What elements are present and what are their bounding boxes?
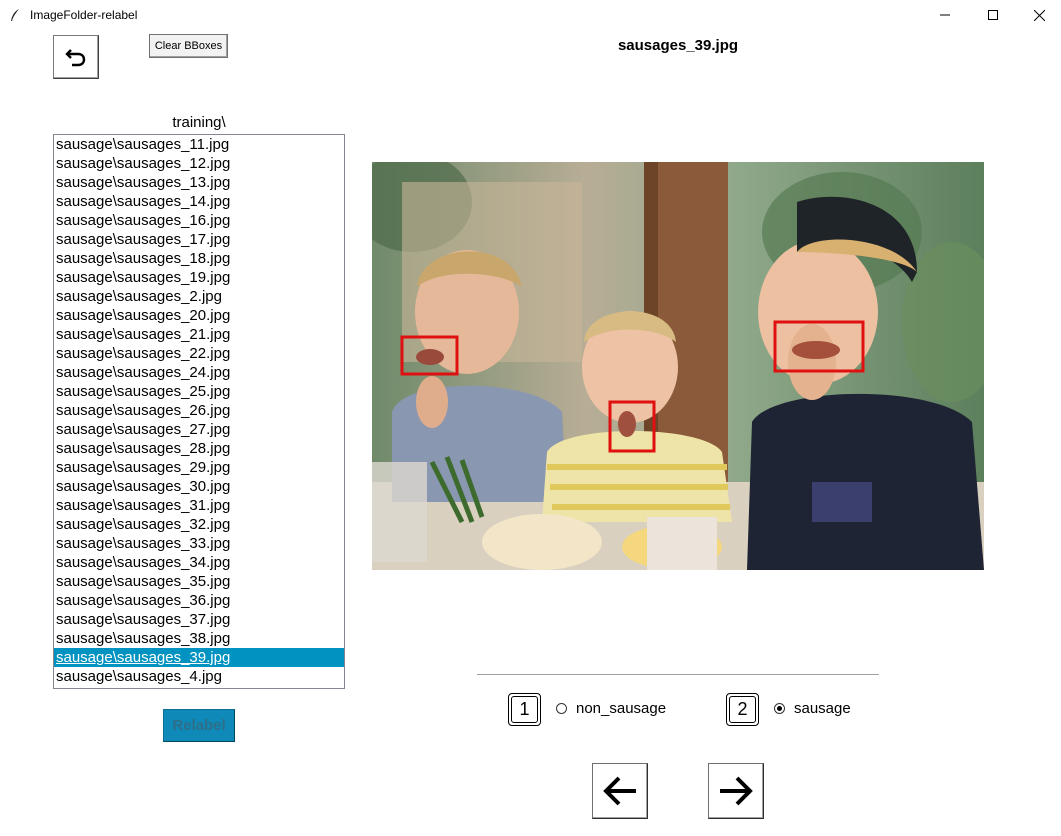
file-list-item[interactable]: sausage\sausages_29.jpg bbox=[54, 458, 344, 477]
file-list-item[interactable]: sausage\sausages_35.jpg bbox=[54, 572, 344, 591]
current-file-title: sausages_39.jpg bbox=[617, 37, 739, 54]
relabel-button[interactable]: Relabel bbox=[163, 709, 235, 742]
maximize-button[interactable] bbox=[970, 0, 1016, 30]
bounding-box[interactable] bbox=[608, 400, 656, 453]
previous-image-button[interactable] bbox=[592, 763, 648, 819]
arrow-right-icon bbox=[720, 776, 753, 806]
arrow-left-icon bbox=[603, 776, 636, 806]
bbox-layer bbox=[400, 320, 865, 453]
file-list-item[interactable]: sausage\sausages_24.jpg bbox=[54, 363, 344, 382]
feather-icon bbox=[11, 9, 19, 21]
class-radio-non_sausage[interactable] bbox=[556, 703, 567, 714]
file-list-item[interactable]: sausage\sausages_38.jpg bbox=[54, 629, 344, 648]
class-hotkey-sausage: 2 bbox=[726, 693, 759, 726]
class-radio-sausage[interactable] bbox=[774, 703, 785, 714]
window-title: ImageFolder-relabel bbox=[30, 8, 138, 22]
minimize-button[interactable] bbox=[922, 0, 968, 30]
file-listbox[interactable]: sausage\sausages_11.jpg sausage\sausages_… bbox=[53, 134, 345, 689]
file-list-item[interactable]: sausage\sausages_31.jpg bbox=[54, 496, 344, 515]
file-list-item[interactable]: sausage\sausages_22.jpg bbox=[54, 344, 344, 363]
file-list-item[interactable]: sausage\sausages_27.jpg bbox=[54, 420, 344, 439]
file-list-item[interactable]: sausage\sausages_26.jpg bbox=[54, 401, 344, 420]
file-list-item[interactable]: sausage\sausages_18.jpg bbox=[54, 249, 344, 268]
minimize-icon bbox=[940, 14, 950, 16]
file-list-item[interactable]: sausage\sausages_21.jpg bbox=[54, 325, 344, 344]
file-list-item[interactable]: sausage\sausages_28.jpg bbox=[54, 439, 344, 458]
file-list-item[interactable]: sausage\sausages_14.jpg bbox=[54, 192, 344, 211]
maximize-icon bbox=[988, 10, 998, 20]
file-list-item[interactable]: sausage\sausages_19.jpg bbox=[54, 268, 344, 287]
image-canvas[interactable] bbox=[372, 162, 984, 570]
file-list-item[interactable]: sausage\sausages_34.jpg bbox=[54, 553, 344, 572]
class-label-sausage[interactable]: sausage bbox=[794, 700, 851, 717]
file-list-item[interactable]: sausage\sausages_20.jpg bbox=[54, 306, 344, 325]
close-icon bbox=[1033, 9, 1045, 21]
file-list-item[interactable]: sausage\sausages_13.jpg bbox=[54, 173, 344, 192]
undo-icon bbox=[65, 49, 86, 67]
file-list-item[interactable]: sausage\sausages_30.jpg bbox=[54, 477, 344, 496]
file-list-item[interactable]: sausage\sausages_33.jpg bbox=[54, 534, 344, 553]
class-label-non_sausage[interactable]: non_sausage bbox=[576, 700, 666, 717]
title-bar: ImageFolder-relabel bbox=[0, 0, 1061, 30]
file-list-item[interactable]: sausage\sausages_2.jpg bbox=[54, 287, 344, 306]
bounding-box[interactable] bbox=[773, 320, 865, 373]
file-list-item[interactable]: sausage\sausages_37.jpg bbox=[54, 610, 344, 629]
undo-button[interactable] bbox=[53, 35, 99, 79]
clear-bboxes-button[interactable]: Clear BBoxes bbox=[149, 34, 228, 58]
close-button[interactable] bbox=[1016, 0, 1061, 30]
next-image-button[interactable] bbox=[708, 763, 764, 819]
folder-label: training\ bbox=[172, 114, 226, 131]
file-list-item[interactable]: sausage\sausages_36.jpg bbox=[54, 591, 344, 610]
file-list-item[interactable]: sausage\sausages_32.jpg bbox=[54, 515, 344, 534]
file-list-item[interactable]: sausage\sausages_4.jpg bbox=[54, 667, 344, 686]
class-hotkey-non_sausage: 1 bbox=[508, 693, 541, 726]
bounding-box[interactable] bbox=[400, 335, 459, 376]
file-list-item[interactable]: sausage\sausages_25.jpg bbox=[54, 382, 344, 401]
file-list-item[interactable]: sausage\sausages_17.jpg bbox=[54, 230, 344, 249]
file-list-item[interactable]: sausage\sausages_39.jpg bbox=[54, 648, 344, 667]
divider bbox=[477, 674, 879, 675]
file-list-item[interactable]: sausage\sausages_11.jpg bbox=[54, 135, 344, 154]
file-list-item[interactable]: sausage\sausages_12.jpg bbox=[54, 154, 344, 173]
radio-selected-dot bbox=[777, 706, 782, 711]
file-list-item[interactable]: sausage\sausages_16.jpg bbox=[54, 211, 344, 230]
